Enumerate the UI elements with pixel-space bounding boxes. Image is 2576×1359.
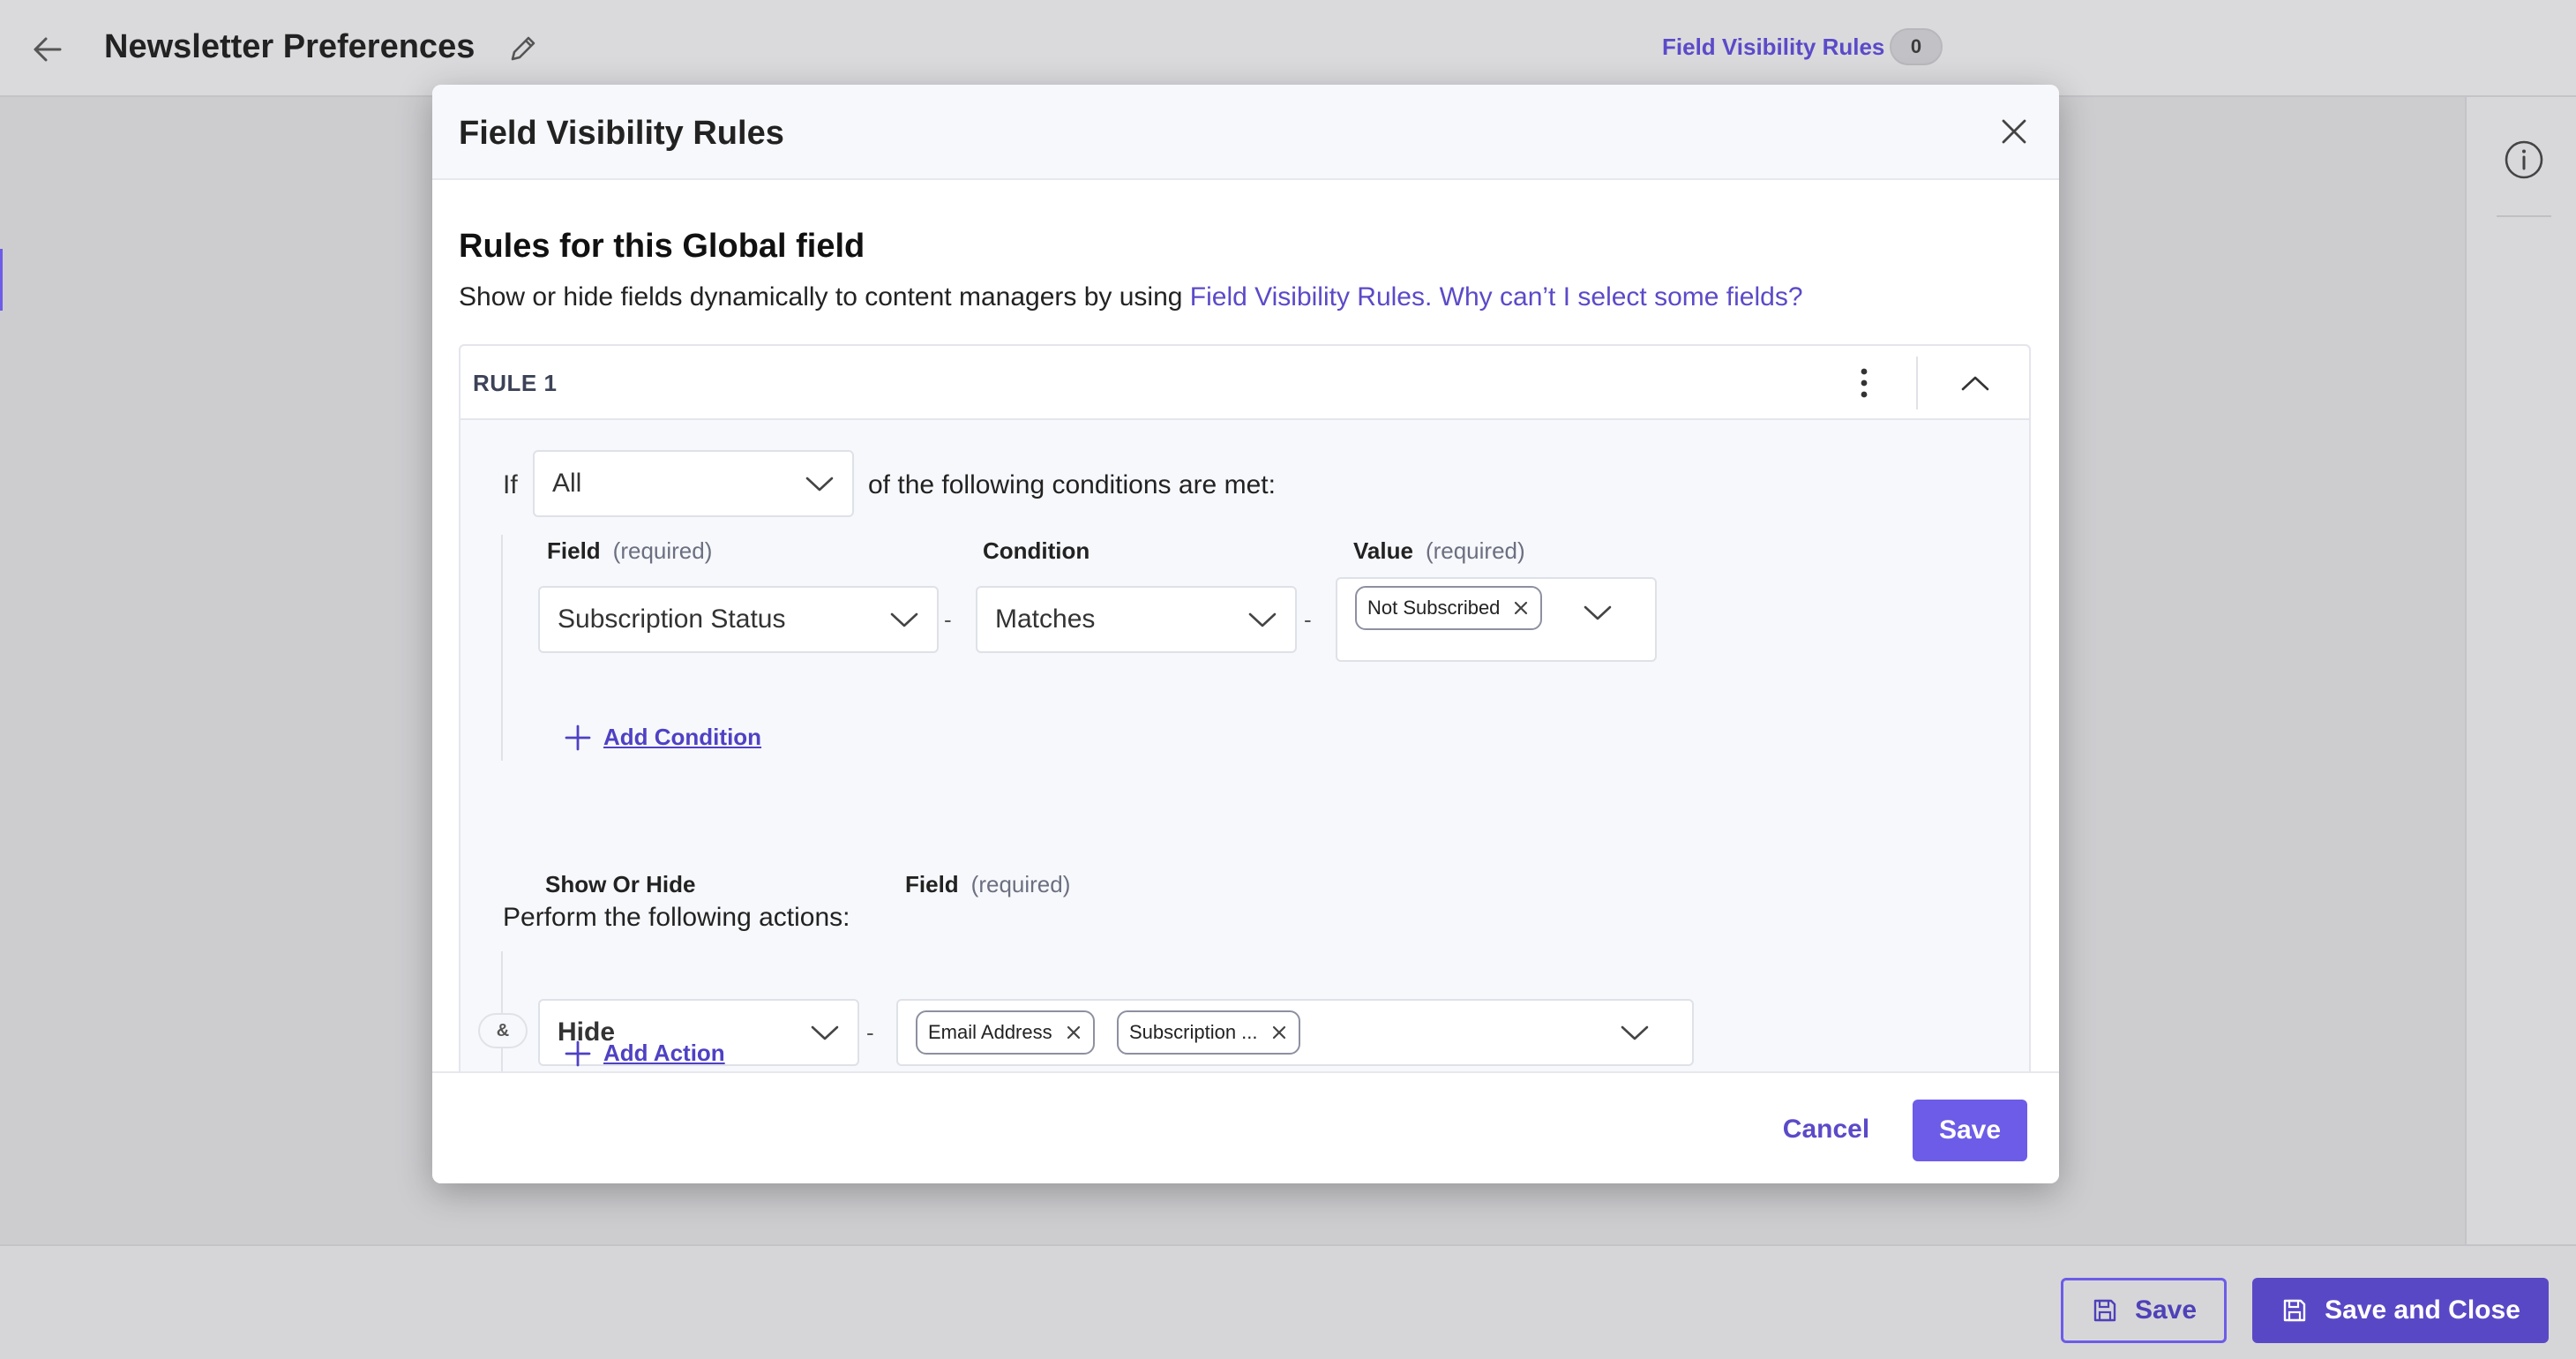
chevron-down-icon xyxy=(889,611,919,628)
right-side-panel xyxy=(2465,97,2576,1244)
condition-operator-select[interactable]: Matches xyxy=(976,586,1297,653)
kebab-menu-icon[interactable] xyxy=(1844,362,1884,404)
field-visibility-rules-docs-link[interactable]: Field Visibility Rules. xyxy=(1190,282,1433,312)
value-column-label: Value (required) xyxy=(1353,537,1525,564)
divider xyxy=(1916,357,1918,409)
chevron-down-icon xyxy=(805,475,835,492)
separator: - xyxy=(1304,606,1312,633)
condition-field-value: Subscription Status xyxy=(558,604,786,634)
plus-icon xyxy=(565,1040,591,1067)
active-marker xyxy=(0,249,3,311)
description-text: Show or hide fields dynamically to conte… xyxy=(459,282,1190,312)
chip-label: Subscription ... xyxy=(1129,1021,1258,1043)
divider xyxy=(2497,215,2551,217)
page-title: Newsletter Preferences xyxy=(104,28,476,65)
modal-title: Field Visibility Rules xyxy=(459,115,784,152)
separator: - xyxy=(944,606,952,633)
actions-title: Perform the following actions: xyxy=(503,903,850,932)
if-label: If xyxy=(503,470,518,499)
value-chip: Not Subscribed xyxy=(1355,586,1543,630)
add-action-button[interactable]: Add Action xyxy=(565,1040,725,1067)
pencil-icon[interactable] xyxy=(503,28,543,69)
floppy-disk-icon xyxy=(2280,1296,2309,1325)
rule-card: RULE 1 If All of the following condition… xyxy=(459,344,2031,1183)
conditions-guide-line xyxy=(501,535,503,761)
chevron-down-icon xyxy=(1583,604,1613,621)
save-label: Save xyxy=(2134,1295,2198,1325)
separator: - xyxy=(866,1019,874,1046)
modal-footer: Cancel Save xyxy=(432,1071,2059,1183)
match-mode-select[interactable]: All xyxy=(533,450,854,517)
field-visibility-rules-link[interactable]: Field Visibility Rules xyxy=(1662,32,1884,62)
info-circle-icon[interactable] xyxy=(2502,138,2546,182)
conditions-text: of the following conditions are met: xyxy=(868,470,1276,499)
rule-header: RULE 1 xyxy=(461,346,2029,420)
add-condition-label: Add Condition xyxy=(603,724,762,750)
section-title: Rules for this Global field xyxy=(459,228,865,265)
chevron-up-icon[interactable] xyxy=(1953,362,1997,404)
field-column-label: Field (required) xyxy=(547,537,713,564)
save-and-close-button[interactable]: Save and Close xyxy=(2252,1278,2549,1343)
action-fields-multiselect[interactable]: Email Address Subscription ... xyxy=(896,999,1694,1066)
chevron-down-icon xyxy=(1247,611,1277,628)
cancel-button[interactable]: Cancel xyxy=(1764,1103,1888,1156)
save-button[interactable]: Save xyxy=(2061,1278,2227,1343)
chip-label: Not Subscribed xyxy=(1367,597,1501,619)
add-action-label: Add Action xyxy=(603,1040,725,1066)
save-and-close-label: Save and Close xyxy=(2325,1295,2520,1325)
modal-header: Field Visibility Rules xyxy=(432,85,2059,180)
match-mode-value: All xyxy=(552,469,582,498)
arrow-left-icon[interactable] xyxy=(25,26,71,72)
condition-column-label: Condition xyxy=(983,537,1090,564)
chevron-down-icon xyxy=(1620,1024,1650,1041)
add-condition-button[interactable]: Add Condition xyxy=(565,724,761,751)
condition-field-select[interactable]: Subscription Status xyxy=(538,586,939,653)
rules-count-badge: 0 xyxy=(1890,28,1943,65)
rule-label: RULE 1 xyxy=(473,370,558,396)
why-cant-select-link[interactable]: Why can’t I select some fields? xyxy=(1440,282,1803,312)
condition-value-multiselect[interactable]: Not Subscribed xyxy=(1336,577,1657,662)
chevron-down-icon xyxy=(810,1024,840,1041)
condition-operator-value: Matches xyxy=(995,604,1096,634)
close-icon[interactable] xyxy=(1992,109,2036,154)
section-description: Show or hide fields dynamically to conte… xyxy=(459,281,1803,314)
show-or-hide-column-label: Show Or Hide xyxy=(545,871,696,897)
close-icon[interactable] xyxy=(1270,1024,1288,1041)
save-button[interactable]: Save xyxy=(1913,1100,2027,1161)
close-icon[interactable] xyxy=(1512,599,1530,617)
field-chip: Subscription ... xyxy=(1117,1010,1300,1055)
field-visibility-rules-modal: Field Visibility Rules Rules for this Gl… xyxy=(432,85,2059,1183)
close-icon[interactable] xyxy=(1065,1024,1082,1041)
field-chip: Email Address xyxy=(916,1010,1095,1055)
floppy-disk-icon xyxy=(2091,1296,2119,1325)
action-connector-badge: & xyxy=(478,1013,528,1048)
plus-icon xyxy=(565,725,591,751)
chip-label: Email Address xyxy=(928,1021,1052,1043)
action-field-column-label: Field (required) xyxy=(905,871,1071,897)
